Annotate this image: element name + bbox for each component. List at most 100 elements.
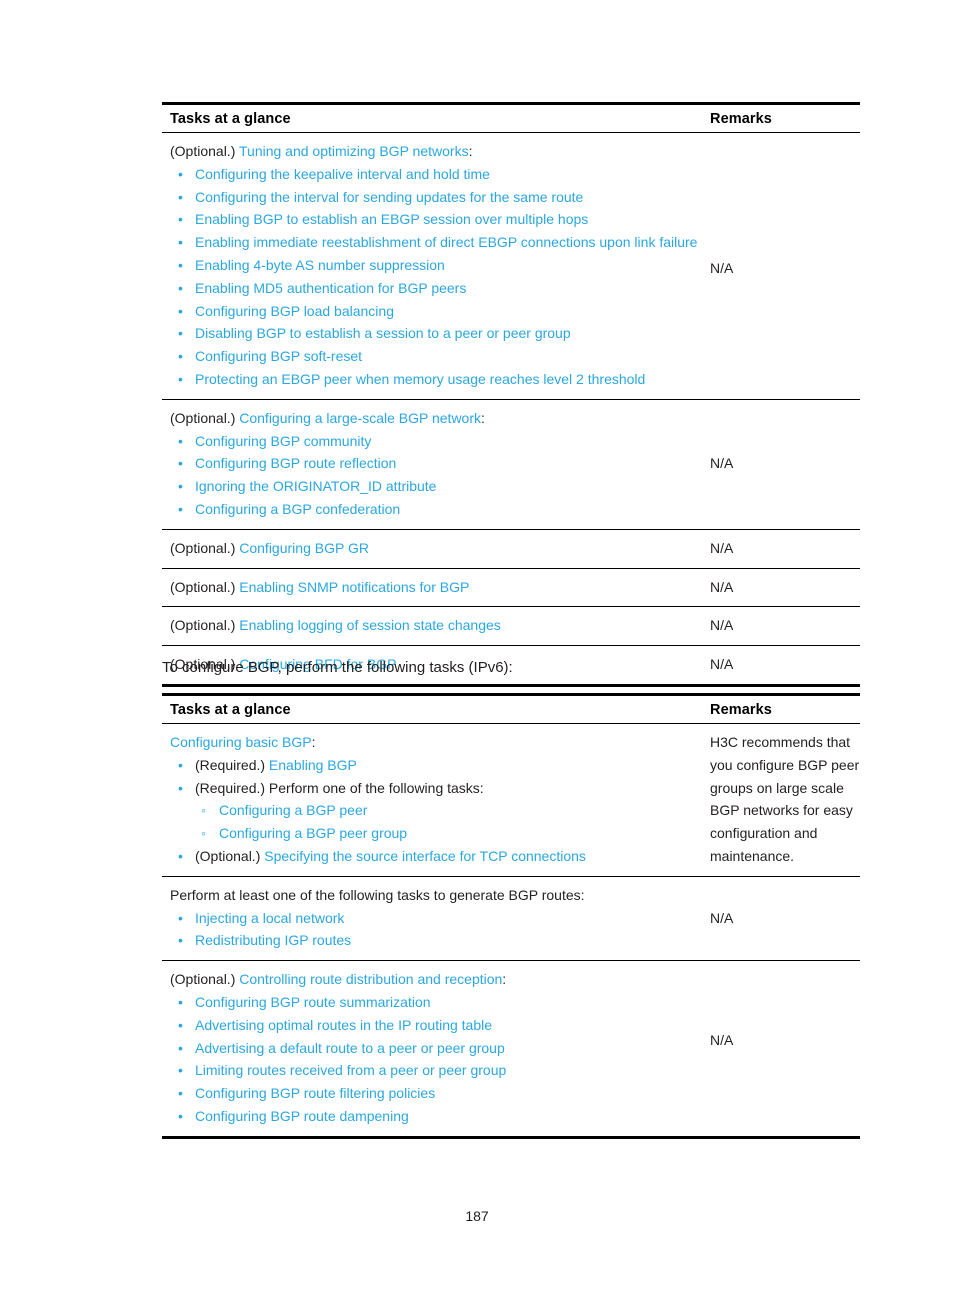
- list-item: Redistributing IGP routes: [170, 929, 700, 952]
- table-row: (Optional.) Configuring a large-scale BG…: [162, 399, 860, 530]
- task-link[interactable]: Protecting an EBGP peer when memory usag…: [195, 371, 645, 387]
- remarks-text: N/A: [710, 260, 734, 276]
- task-link[interactable]: Limiting routes received from a peer or …: [195, 1062, 506, 1078]
- optional-label: (Optional.): [195, 847, 265, 864]
- list-item: Configuring BGP community: [170, 430, 700, 453]
- list-item: Configuring BGP route summarization: [170, 991, 700, 1014]
- task-link[interactable]: Configuring basic BGP: [170, 734, 312, 750]
- task-link[interactable]: Configuring BGP route reflection: [195, 455, 396, 471]
- task-link[interactable]: Configuring BGP load balancing: [195, 303, 394, 319]
- task-link[interactable]: Enabling MD5 authentication for BGP peer…: [195, 280, 466, 296]
- task-link[interactable]: Configuring a large-scale BGP network: [239, 410, 481, 426]
- task-link[interactable]: Disabling BGP to establish a session to …: [195, 325, 571, 341]
- task-link[interactable]: Advertising optimal routes in the IP rou…: [195, 1017, 492, 1033]
- list-item: Enabling MD5 authentication for BGP peer…: [170, 277, 700, 300]
- task-lead: (Optional.) Controlling route distributi…: [170, 968, 700, 991]
- list-item: Configuring BGP soft-reset: [170, 345, 700, 368]
- task-link[interactable]: Configuring the interval for sending upd…: [195, 189, 583, 205]
- task-bullet-list: Configuring BGP route summarization Adve…: [170, 991, 700, 1128]
- task-cell: (Optional.) Configuring a large-scale BG…: [162, 399, 700, 530]
- list-item: (Required.) Perform one of the following…: [170, 777, 700, 845]
- optional-label: (Optional.): [170, 143, 239, 159]
- task-link[interactable]: Enabling BGP to establish an EBGP sessio…: [195, 211, 588, 227]
- lead-tail: :: [502, 971, 507, 988]
- task-link[interactable]: Configuring a BGP confederation: [195, 501, 400, 517]
- table-row: (Optional.) Enabling logging of session …: [162, 606, 860, 647]
- table-row: Perform at least one of the following ta…: [162, 876, 860, 962]
- task-link[interactable]: Advertising a default route to a peer or…: [195, 1040, 505, 1056]
- task-lead: Perform at least one of the following ta…: [170, 886, 585, 903]
- task-link[interactable]: Injecting a local network: [195, 910, 344, 926]
- remarks-cell: N/A: [700, 645, 860, 687]
- task-link[interactable]: Configuring BGP route filtering policies: [195, 1085, 435, 1101]
- task-link[interactable]: Configuring BGP route summarization: [195, 994, 431, 1010]
- task-link[interactable]: Tuning and optimizing BGP networks: [239, 143, 469, 159]
- remarks-cell: N/A: [700, 399, 860, 530]
- column-header-remarks: Remarks: [700, 103, 860, 133]
- task-link[interactable]: Configuring the keepalive interval and h…: [195, 166, 490, 182]
- column-header-tasks: Tasks at a glance: [162, 694, 700, 724]
- list-item: Configuring a BGP peer: [195, 799, 700, 822]
- task-link[interactable]: Configuring BGP route dampening: [195, 1108, 409, 1124]
- task-link[interactable]: Redistributing IGP routes: [195, 932, 351, 948]
- list-item: Configuring BGP route filtering policies: [170, 1082, 700, 1105]
- table-row: (Optional.) Controlling route distributi…: [162, 960, 860, 1139]
- task-cell: (Optional.) Enabling SNMP notifications …: [162, 568, 700, 608]
- list-item: Injecting a local network: [170, 907, 700, 930]
- table-row: (Optional.) Enabling SNMP notifications …: [162, 568, 860, 608]
- required-label: (Required.): [195, 756, 269, 773]
- task-link[interactable]: Ignoring the ORIGINATOR_ID attribute: [195, 478, 436, 494]
- task-bullet-list: Configuring the keepalive interval and h…: [170, 163, 700, 391]
- list-item: Enabling BGP to establish an EBGP sessio…: [170, 208, 700, 231]
- lead-tail: :: [468, 143, 473, 159]
- list-item: Configuring BGP load balancing: [170, 300, 700, 323]
- task-link[interactable]: Enabling 4-byte AS number suppression: [195, 257, 445, 273]
- task-link[interactable]: Controlling route distribution and recep…: [239, 971, 502, 987]
- list-item: Disabling BGP to establish a session to …: [170, 322, 700, 345]
- task-link[interactable]: Configuring BGP soft-reset: [195, 348, 362, 364]
- task-link[interactable]: Enabling SNMP notifications for BGP: [239, 579, 469, 595]
- table-header-row: Tasks at a glance Remarks: [162, 694, 860, 724]
- task-bullet-list: (Required.) Enabling BGP (Required.) Per…: [170, 754, 700, 868]
- task-lead: (Optional.) Configuring BGP GR: [170, 537, 700, 560]
- task-cell: (Optional.) Enabling logging of session …: [162, 606, 700, 647]
- task-cell: Perform at least one of the following ta…: [162, 876, 700, 962]
- task-bullet-list: Configuring BGP community Configuring BG…: [170, 430, 700, 521]
- task-link[interactable]: Specifying the source interface for TCP …: [264, 848, 586, 864]
- list-item: Enabling immediate reestablishment of di…: [170, 231, 700, 254]
- list-item: Enabling 4-byte AS number suppression: [170, 254, 700, 277]
- task-cell: (Optional.) Controlling route distributi…: [162, 960, 700, 1139]
- list-item: Protecting an EBGP peer when memory usag…: [170, 368, 700, 391]
- optional-label: (Optional.): [170, 617, 240, 634]
- task-cell: (Optional.) Configuring BGP GR: [162, 529, 700, 569]
- remarks-cell: H3C recommends that you configure BGP pe…: [700, 723, 860, 877]
- required-label: (Required.) Perform one of the following…: [195, 779, 484, 796]
- remarks-text: N/A: [710, 454, 734, 471]
- table-row: Configuring basic BGP: (Required.) Enabl…: [162, 723, 860, 877]
- task-link[interactable]: Enabling immediate reestablishment of di…: [195, 234, 697, 250]
- lead-tail: :: [481, 409, 485, 426]
- document-page: Tasks at a glance Remarks (Optional.) Tu…: [0, 0, 954, 1296]
- task-link[interactable]: Enabling logging of session state change…: [239, 617, 501, 633]
- tasks-table-ipv4: Tasks at a glance Remarks (Optional.) Tu…: [162, 102, 860, 687]
- task-cell: (Optional.) Tuning and optimizing BGP ne…: [162, 132, 700, 400]
- optional-label: (Optional.): [170, 539, 240, 556]
- optional-label: (Optional.): [170, 578, 240, 595]
- task-link[interactable]: Enabling BGP: [269, 757, 357, 773]
- task-link[interactable]: Configuring BGP community: [195, 433, 371, 449]
- task-lead: (Optional.) Enabling logging of session …: [170, 614, 700, 637]
- optional-label: (Optional.): [170, 971, 240, 988]
- task-lead: (Optional.) Enabling SNMP notifications …: [170, 576, 700, 599]
- list-item: Configuring the interval for sending upd…: [170, 186, 700, 209]
- list-item: Configuring the keepalive interval and h…: [170, 163, 700, 186]
- list-item: Ignoring the ORIGINATOR_ID attribute: [170, 475, 700, 498]
- remarks-cell: N/A: [700, 876, 860, 962]
- remarks-cell: N/A: [700, 960, 860, 1139]
- column-header-tasks: Tasks at a glance: [162, 103, 700, 133]
- tasks-table-ipv6: Tasks at a glance Remarks Configuring ba…: [162, 693, 860, 1139]
- task-link[interactable]: Configuring BGP GR: [239, 540, 369, 556]
- task-link[interactable]: Configuring a BGP peer group: [219, 825, 407, 841]
- table-header-row: Tasks at a glance Remarks: [162, 103, 860, 133]
- task-link[interactable]: Configuring a BGP peer: [219, 802, 367, 818]
- page-number: 187: [465, 1208, 489, 1224]
